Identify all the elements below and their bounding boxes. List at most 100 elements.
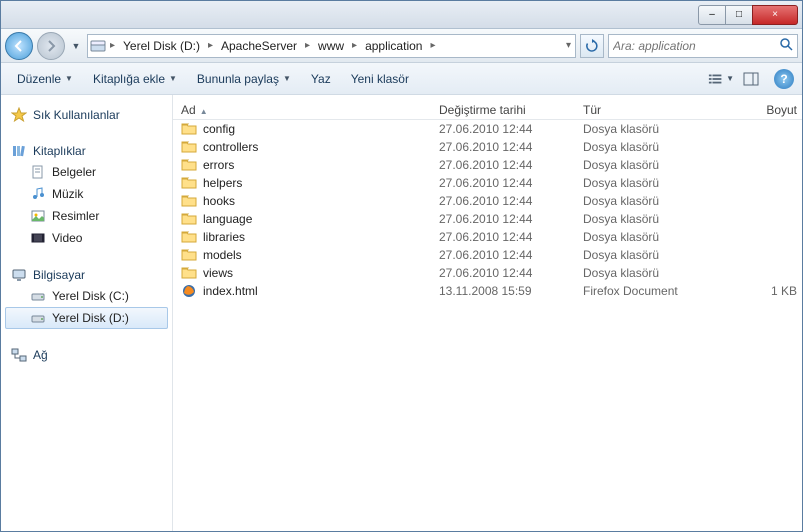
search-input[interactable] — [613, 39, 779, 53]
file-row[interactable]: config27.06.2010 12:44Dosya klasörü — [173, 120, 802, 138]
file-name: helpers — [203, 176, 242, 190]
refresh-button[interactable] — [580, 34, 604, 58]
file-modified: 13.11.2008 15:59 — [439, 284, 583, 298]
file-name: language — [203, 212, 252, 226]
file-type: Firefox Document — [583, 284, 737, 298]
close-button[interactable]: × — [752, 5, 798, 25]
file-row[interactable]: language27.06.2010 12:44Dosya klasörü — [173, 210, 802, 228]
main: Sık Kullanılanlar Kitaplıklar Belgeler M… — [1, 95, 802, 531]
file-name-cell: errors — [181, 157, 439, 173]
sidebar-item-label: Resimler — [52, 209, 99, 223]
share-menu[interactable]: Bununla paylaş▼ — [189, 68, 299, 90]
file-modified: 27.06.2010 12:44 — [439, 212, 583, 226]
help-button[interactable]: ? — [774, 69, 794, 89]
chevron-down-icon: ▼ — [169, 74, 177, 83]
back-button[interactable] — [5, 32, 33, 60]
file-name: models — [203, 248, 242, 262]
drive-icon — [90, 38, 106, 54]
file-type: Dosya klasörü — [583, 176, 737, 190]
file-row[interactable]: errors27.06.2010 12:44Dosya klasörü — [173, 156, 802, 174]
sidebar-drive-d[interactable]: Yerel Disk (D:) — [5, 307, 168, 329]
breadcrumb-sep[interactable]: ▸ — [206, 40, 215, 51]
sidebar-libraries[interactable]: Kitaplıklar — [5, 141, 168, 161]
sidebar: Sık Kullanılanlar Kitaplıklar Belgeler M… — [1, 95, 173, 531]
folder-icon — [181, 193, 197, 209]
burn-button[interactable]: Yaz — [303, 68, 339, 90]
file-modified: 27.06.2010 12:44 — [439, 266, 583, 280]
file-row[interactable]: models27.06.2010 12:44Dosya klasörü — [173, 246, 802, 264]
column-headers: Ad▲ Değiştirme tarihi Tür Boyut — [173, 99, 802, 120]
file-row[interactable]: views27.06.2010 12:44Dosya klasörü — [173, 264, 802, 282]
breadcrumb-sep[interactable]: ▸ — [303, 40, 312, 51]
folder-icon — [181, 121, 197, 137]
sidebar-item-documents[interactable]: Belgeler — [5, 161, 168, 183]
history-dropdown[interactable]: ▼ — [69, 35, 83, 57]
file-name-cell: views — [181, 265, 439, 281]
folder-icon — [181, 229, 197, 245]
column-modified[interactable]: Değiştirme tarihi — [439, 103, 583, 117]
file-type: Dosya klasörü — [583, 140, 737, 154]
add-to-library-menu[interactable]: Kitaplığa ekle▼ — [85, 68, 185, 90]
sidebar-item-label: Belgeler — [52, 165, 96, 179]
folder-icon — [181, 211, 197, 227]
file-name-cell: models — [181, 247, 439, 263]
sidebar-item-pictures[interactable]: Resimler — [5, 205, 168, 227]
folder-icon — [181, 247, 197, 263]
search-box[interactable] — [608, 34, 798, 58]
file-modified: 27.06.2010 12:44 — [439, 122, 583, 136]
file-name: hooks — [203, 194, 235, 208]
titlebar: – □ × — [1, 1, 802, 29]
sidebar-item-label: Video — [52, 231, 82, 245]
organize-menu[interactable]: Düzenle▼ — [9, 68, 81, 90]
libraries-icon — [11, 143, 27, 159]
maximize-button[interactable]: □ — [725, 5, 753, 25]
sidebar-favorites[interactable]: Sık Kullanılanlar — [5, 105, 168, 125]
file-modified: 27.06.2010 12:44 — [439, 230, 583, 244]
minimize-button[interactable]: – — [698, 5, 726, 25]
breadcrumb[interactable]: ▸ Yerel Disk (D:) ▸ ApacheServer ▸ www ▸… — [87, 34, 576, 58]
file-row[interactable]: hooks27.06.2010 12:44Dosya klasörü — [173, 192, 802, 210]
sidebar-item-label: Yerel Disk (D:) — [52, 311, 129, 325]
folder-icon — [181, 157, 197, 173]
document-icon — [30, 164, 46, 180]
search-icon[interactable] — [779, 37, 793, 54]
file-modified: 27.06.2010 12:44 — [439, 248, 583, 262]
file-modified: 27.06.2010 12:44 — [439, 194, 583, 208]
breadcrumb-seg-1[interactable]: ApacheServer — [215, 35, 303, 57]
breadcrumb-sep[interactable]: ▸ — [428, 40, 437, 51]
breadcrumb-seg-2[interactable]: www — [312, 35, 350, 57]
file-type: Dosya klasörü — [583, 266, 737, 280]
preview-pane-button[interactable] — [738, 68, 764, 90]
breadcrumb-sep[interactable]: ▸ — [108, 40, 117, 51]
chevron-down-icon: ▼ — [65, 74, 73, 83]
file-row[interactable]: helpers27.06.2010 12:44Dosya klasörü — [173, 174, 802, 192]
window-controls: – □ × — [699, 5, 798, 25]
file-name: controllers — [203, 140, 258, 154]
file-list: Ad▲ Değiştirme tarihi Tür Boyut config27… — [173, 95, 802, 531]
column-size[interactable]: Boyut — [737, 103, 797, 117]
sidebar-drive-c[interactable]: Yerel Disk (C:) — [5, 285, 168, 307]
file-row[interactable]: libraries27.06.2010 12:44Dosya klasörü — [173, 228, 802, 246]
forward-button[interactable] — [37, 32, 65, 60]
breadcrumb-history-icon[interactable]: ▾ — [564, 40, 573, 51]
file-type: Dosya klasörü — [583, 122, 737, 136]
breadcrumb-seg-0[interactable]: Yerel Disk (D:) — [117, 35, 206, 57]
column-type[interactable]: Tür — [583, 103, 737, 117]
view-options-button[interactable]: ▼ — [708, 68, 734, 90]
sidebar-computer[interactable]: Bilgisayar — [5, 265, 168, 285]
new-folder-button[interactable]: Yeni klasör — [343, 68, 417, 90]
sidebar-network[interactable]: Ağ — [5, 345, 168, 365]
file-modified: 27.06.2010 12:44 — [439, 158, 583, 172]
breadcrumb-seg-3[interactable]: application — [359, 35, 428, 57]
sidebar-item-label: Sık Kullanılanlar — [33, 108, 120, 122]
file-row[interactable]: controllers27.06.2010 12:44Dosya klasörü — [173, 138, 802, 156]
toolbar: Düzenle▼ Kitaplığa ekle▼ Bununla paylaş▼… — [1, 63, 802, 95]
file-name-cell: index.html — [181, 283, 439, 299]
file-name: errors — [203, 158, 234, 172]
column-name[interactable]: Ad▲ — [181, 103, 439, 117]
file-row[interactable]: index.html13.11.2008 15:59Firefox Docume… — [173, 282, 802, 300]
sidebar-item-music[interactable]: Müzik — [5, 183, 168, 205]
breadcrumb-sep[interactable]: ▸ — [350, 40, 359, 51]
navbar: ▼ ▸ Yerel Disk (D:) ▸ ApacheServer ▸ www… — [1, 29, 802, 63]
sidebar-item-videos[interactable]: Video — [5, 227, 168, 249]
